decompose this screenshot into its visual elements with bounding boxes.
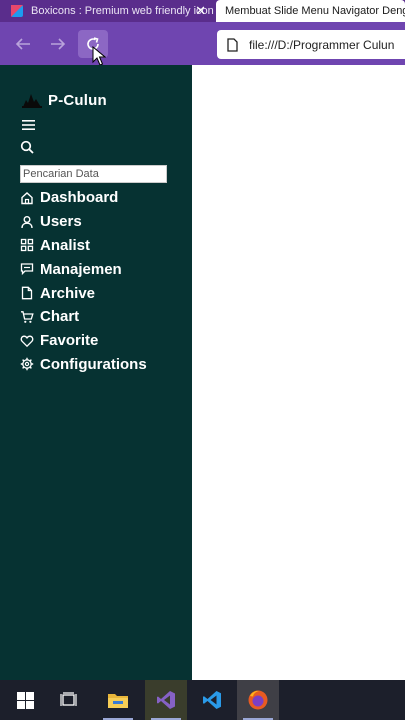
close-icon[interactable]: ✕	[195, 3, 206, 19]
arrow-right-icon	[51, 38, 66, 50]
sidebar-item-archive[interactable]: Archive	[20, 281, 147, 305]
sidebar-item-label: Configurations	[40, 355, 147, 373]
menu-icon[interactable]	[22, 119, 35, 131]
search-input[interactable]	[20, 165, 167, 183]
sidebar-item-manajemen[interactable]: Manajemen	[20, 257, 147, 281]
back-button[interactable]	[8, 30, 38, 58]
cart-icon	[21, 311, 34, 323]
file-icon	[227, 37, 238, 52]
address-bar[interactable]: file:///D:/Programmer Culun	[217, 30, 405, 59]
home-icon	[21, 191, 33, 205]
windows-taskbar	[0, 680, 405, 720]
sidebar-item-analist[interactable]: Analist	[20, 234, 147, 258]
file-icon	[21, 286, 33, 300]
brand: P-Culun	[22, 89, 107, 111]
mouse-cursor-icon	[92, 46, 106, 66]
visual-studio-icon	[157, 691, 175, 709]
sidebar-item-configurations[interactable]: Configurations	[20, 353, 147, 377]
tab-membuat-slide-menu[interactable]: Membuat Slide Menu Navigator Dengan	[216, 0, 405, 22]
sidebar-item-users[interactable]: Users	[20, 210, 147, 234]
sidebar-item-label: Manajemen	[40, 260, 122, 278]
cog-icon	[20, 358, 34, 371]
grid-icon	[20, 239, 34, 252]
forward-button[interactable]	[43, 30, 73, 58]
tab-title: Membuat Slide Menu Navigator Dengan	[225, 5, 405, 17]
url-text: file:///D:/Programmer Culun	[249, 37, 395, 52]
firefox-icon	[248, 690, 268, 710]
page-viewport: P-Culun Dashboard	[0, 65, 405, 680]
browser-toolbar: file:///D:/Programmer Culun	[0, 22, 405, 65]
user-icon	[21, 215, 33, 228]
sidebar-item-chart[interactable]: Chart	[20, 305, 147, 329]
heart-icon	[20, 335, 34, 347]
vs-code-icon	[203, 691, 221, 709]
folder-icon	[108, 694, 128, 708]
windows-logo-icon	[16, 691, 34, 709]
screen: Boxicons : Premium web friendly icons ✕ …	[0, 0, 405, 720]
search-icon[interactable]	[20, 140, 34, 154]
tab-title: Boxicons : Premium web friendly icons	[31, 5, 214, 17]
sidebar-item-label: Dashboard	[40, 189, 119, 207]
tab-boxicons[interactable]: Boxicons : Premium web friendly icons ✕	[0, 0, 214, 22]
visual-studio-button[interactable]	[145, 680, 187, 720]
sidebar-item-label: Users	[40, 213, 82, 231]
browser-tab-bar: Boxicons : Premium web friendly icons ✕ …	[0, 0, 405, 22]
sidebar-item-label: Chart	[40, 308, 80, 326]
sidebar-item-label: Archive	[40, 284, 96, 302]
logo-icon	[22, 94, 42, 108]
chat-icon	[20, 263, 34, 276]
task-view-icon	[60, 692, 77, 706]
arrow-left-icon	[15, 38, 30, 50]
task-view-button[interactable]	[48, 680, 90, 720]
firefox-button[interactable]	[237, 680, 279, 720]
sidebar-item-label: Analist	[40, 236, 91, 254]
sidebar-item-dashboard[interactable]: Dashboard	[20, 186, 147, 210]
sidebar-item-favorite[interactable]: Favorite	[20, 329, 147, 353]
vs-code-button[interactable]	[191, 680, 233, 720]
boxicons-favicon-icon	[11, 5, 23, 17]
sidebar-menu: Dashboard Users Analist Manajemen Archiv…	[20, 186, 147, 376]
start-button[interactable]	[4, 680, 46, 720]
brand-name: P-Culun	[48, 91, 107, 109]
sidebar: P-Culun Dashboard	[0, 65, 192, 680]
file-explorer-button[interactable]	[97, 680, 139, 720]
sidebar-item-label: Favorite	[40, 332, 99, 350]
